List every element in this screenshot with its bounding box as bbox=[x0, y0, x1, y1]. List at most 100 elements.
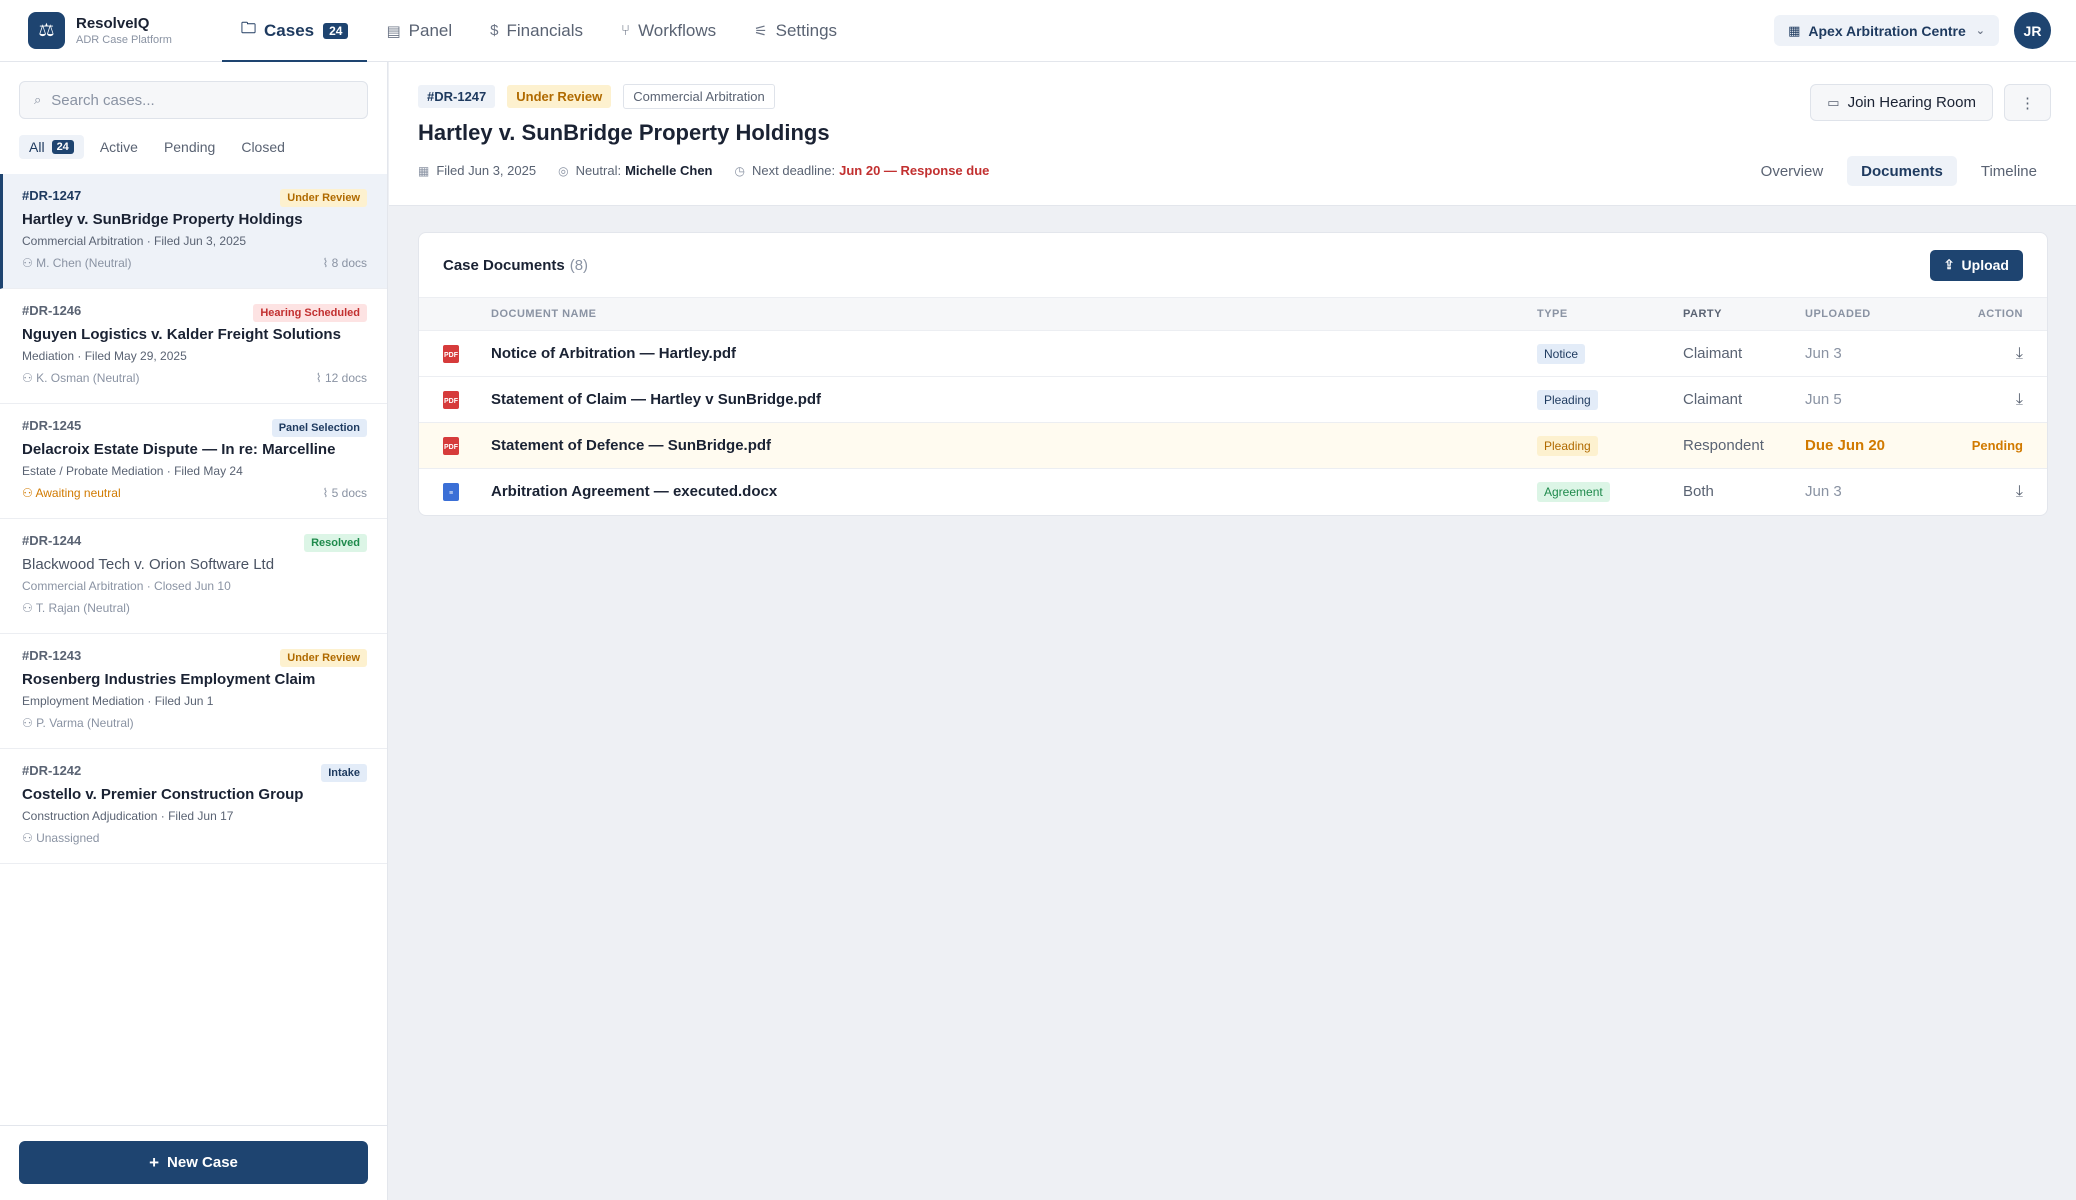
user-unassigned-icon: ⚇ bbox=[22, 831, 37, 845]
nav-panel[interactable]: ▤ Panel bbox=[367, 0, 471, 62]
case-id-tag: #DR-1247 bbox=[418, 85, 496, 108]
plus-icon: + bbox=[149, 1152, 160, 1172]
filed-date: Filed Jun 3, 2025 bbox=[436, 163, 537, 178]
doc-file-icon: ≡ bbox=[443, 483, 459, 502]
download-icon[interactable]: ⤓ bbox=[2016, 483, 2023, 500]
user-icon: ⚇ bbox=[22, 371, 37, 385]
doc-party: Respondent bbox=[1683, 422, 1805, 469]
case-title: Rosenberg Industries Employment Claim bbox=[22, 671, 316, 688]
table-row[interactable]: PDF Notice of Arbitration — Hartley.pdf … bbox=[419, 330, 2047, 377]
branch-icon: ⑂ bbox=[621, 22, 631, 39]
case-docs: 12 docs bbox=[324, 371, 367, 385]
documents-table: DOCUMENT NAME TYPE PARTY UPLOADED ACTION… bbox=[419, 297, 2047, 515]
nav-cases[interactable]: 🗀 Cases 24 bbox=[222, 0, 368, 63]
org-name: Apex Arbitration Centre bbox=[1808, 22, 1966, 39]
page-title: Hartley v. SunBridge Property Holdings bbox=[418, 120, 830, 145]
col-header-name: DOCUMENT NAME bbox=[491, 297, 1537, 331]
nav-settings[interactable]: ⚟ Settings bbox=[735, 0, 856, 62]
case-subtitle: Commercial Arbitration · Filed Jun 3, 20… bbox=[22, 234, 247, 248]
table-row[interactable]: ≡ Arbitration Agreement — executed.docx … bbox=[419, 469, 2047, 515]
user-pending-icon: ⚇ bbox=[22, 486, 36, 500]
paperclip-icon: ⌇ bbox=[322, 486, 332, 500]
case-list-item[interactable]: #DR-1243 Under Review Rosenberg Industri… bbox=[0, 634, 387, 749]
case-id: #DR-1242 bbox=[22, 763, 82, 778]
col-header-type: TYPE bbox=[1537, 297, 1683, 331]
doc-type-badge: Pleading bbox=[1537, 436, 1598, 456]
filter-active[interactable]: Active bbox=[90, 135, 148, 159]
status-badge: Panel Selection bbox=[271, 419, 367, 437]
upload-icon: ⇪ bbox=[1943, 257, 1955, 272]
col-header-uploaded: UPLOADED bbox=[1805, 297, 1945, 331]
more-vertical-icon: ⋮ bbox=[2020, 94, 2035, 112]
deadline-value: Jun 20 — Response due bbox=[839, 163, 990, 178]
case-neutral: K. Osman (Neutral) bbox=[36, 371, 140, 385]
case-list-item[interactable]: #DR-1242 Intake Costello v. Premier Cons… bbox=[0, 749, 387, 864]
filter-pending[interactable]: Pending bbox=[154, 135, 225, 159]
neutral-label: Neutral: bbox=[575, 163, 622, 178]
upload-button[interactable]: ⇪ Upload bbox=[1929, 249, 2023, 281]
app-subtitle: ADR Case Platform bbox=[76, 34, 172, 46]
user-avatar[interactable]: JR bbox=[2014, 12, 2051, 49]
status-badge: Hearing Scheduled bbox=[253, 304, 367, 322]
search-box: ⌕ bbox=[19, 81, 368, 119]
join-hearing-room-button[interactable]: ▭ Join Hearing Room bbox=[1810, 84, 1993, 121]
case-type-tag: Commercial Arbitration bbox=[623, 84, 775, 109]
case-title: Costello v. Premier Construction Group bbox=[22, 786, 304, 803]
case-title: Blackwood Tech v. Orion Software Ltd bbox=[22, 556, 275, 573]
video-icon: ▭ bbox=[1827, 94, 1840, 110]
card-title: Case Documents bbox=[443, 256, 565, 274]
chevron-down-icon: ⌄ bbox=[1975, 25, 1985, 37]
user-icon: ⚇ bbox=[22, 256, 37, 270]
doc-uploaded: Jun 3 bbox=[1805, 483, 1842, 501]
app-name: ResolveIQ bbox=[76, 15, 150, 32]
calendar-icon: ▦ bbox=[418, 163, 430, 178]
deadline-label: Next deadline: bbox=[752, 163, 836, 178]
doc-type-badge: Agreement bbox=[1537, 482, 1610, 503]
filter-all[interactable]: All 24 bbox=[19, 135, 84, 159]
neutral-name: Michelle Chen bbox=[625, 163, 713, 178]
doc-type-badge: Notice bbox=[1537, 344, 1586, 364]
org-switcher[interactable]: ▦ Apex Arbitration Centre ⌄ bbox=[1774, 15, 1999, 46]
clock-icon: ◷ bbox=[734, 163, 745, 178]
case-list-item[interactable]: #DR-1244 Resolved Blackwood Tech v. Orio… bbox=[0, 519, 387, 634]
doc-party: Claimant bbox=[1683, 330, 1805, 377]
download-icon[interactable]: ⤓ bbox=[2016, 391, 2023, 408]
case-title: Nguyen Logistics v. Kalder Freight Solut… bbox=[22, 326, 341, 343]
brand[interactable]: ⚖ ResolveIQ ADR Case Platform bbox=[0, 12, 222, 49]
status-badge: Resolved bbox=[304, 534, 367, 552]
nav-workflows[interactable]: ⑂ Workflows bbox=[602, 0, 735, 62]
table-row[interactable]: PDF Statement of Defence — SunBridge.pdf… bbox=[419, 422, 2047, 469]
download-icon[interactable]: ⤓ bbox=[2016, 345, 2023, 362]
tab-documents[interactable]: Documents bbox=[1847, 156, 1957, 186]
tab-timeline[interactable]: Timeline bbox=[1967, 156, 2051, 186]
all-count-badge: 24 bbox=[51, 140, 74, 154]
case-list-item[interactable]: #DR-1247 Under Review Hartley v. SunBrid… bbox=[0, 174, 387, 289]
document-name[interactable]: Statement of Defence — SunBridge.pdf bbox=[491, 422, 1537, 469]
more-options-button[interactable]: ⋮ bbox=[2004, 84, 2051, 121]
new-case-button[interactable]: + New Case bbox=[19, 1141, 368, 1184]
search-input[interactable] bbox=[51, 91, 332, 109]
case-list-item[interactable]: #DR-1246 Hearing Scheduled Nguyen Logist… bbox=[0, 289, 387, 404]
case-subtitle: Construction Adjudication · Filed Jun 17 bbox=[22, 809, 234, 823]
case-tabs: Overview Documents Timeline bbox=[1737, 156, 2051, 186]
case-filters: All 24 Active Pending Closed bbox=[0, 119, 387, 159]
document-name[interactable]: Arbitration Agreement — executed.docx bbox=[491, 469, 1537, 515]
nav-financials[interactable]: $ Financials bbox=[471, 0, 602, 62]
case-subtitle: Estate / Probate Mediation · Filed May 2… bbox=[22, 464, 243, 478]
panel-icon: ▤ bbox=[386, 22, 401, 40]
main-nav: 🗀 Cases 24 ▤ Panel $ Financials ⑂ Workfl… bbox=[222, 0, 856, 63]
case-title: Delacroix Estate Dispute — In re: Marcel… bbox=[22, 441, 336, 458]
status-badge: Intake bbox=[321, 764, 367, 782]
case-docs: 8 docs bbox=[331, 256, 367, 270]
top-bar: ⚖ ResolveIQ ADR Case Platform 🗀 Cases 24… bbox=[0, 0, 2076, 63]
document-name[interactable]: Notice of Arbitration — Hartley.pdf bbox=[491, 330, 1537, 377]
document-count: (8) bbox=[569, 256, 589, 274]
case-list-item[interactable]: #DR-1245 Panel Selection Delacroix Estat… bbox=[0, 404, 387, 519]
doc-due-date: Due Jun 20 bbox=[1805, 437, 1886, 454]
doc-uploaded: Jun 3 bbox=[1805, 330, 1945, 377]
table-row[interactable]: PDF Statement of Claim — Hartley v SunBr… bbox=[419, 376, 2047, 423]
document-name[interactable]: Statement of Claim — Hartley v SunBridge… bbox=[491, 376, 1537, 423]
tab-overview[interactable]: Overview bbox=[1747, 156, 1838, 186]
filter-closed[interactable]: Closed bbox=[231, 135, 295, 159]
doc-party: Both bbox=[1683, 483, 1714, 501]
